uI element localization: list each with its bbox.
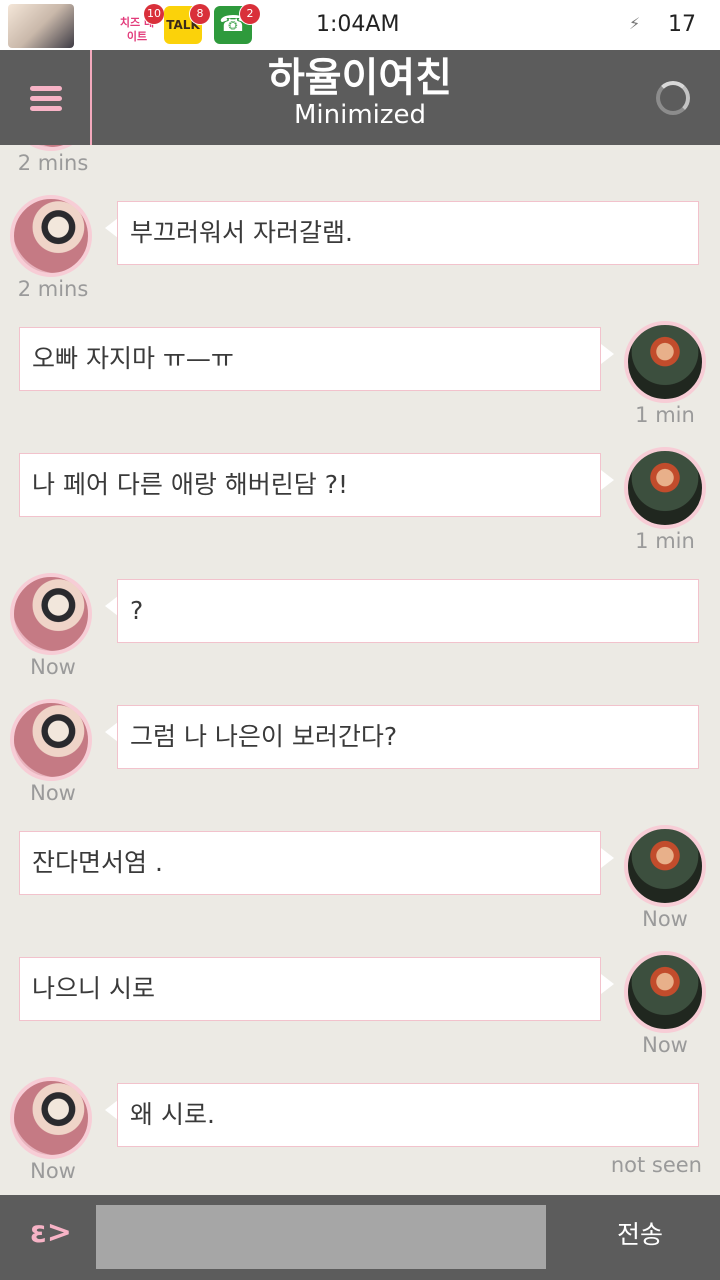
message-row: 나으니 시로 Now — [0, 901, 720, 1057]
message-input[interactable] — [96, 1205, 546, 1269]
contact-avatar[interactable] — [10, 573, 92, 655]
chat-header: 하율이여친 Minimized — [0, 50, 720, 145]
message-row: 나 페어 다른 애랑 해버린담 ?! 1 min — [0, 397, 720, 553]
message-row: ? Now — [0, 523, 720, 679]
chat-message-list[interactable]: 2 mins 부끄러워서 자러갈램. 2 mins 오빠 자지마 ㅠ—ㅠ 1 m… — [0, 145, 720, 1195]
chat-subtitle: Minimized — [293, 100, 427, 130]
status-time: 1:04AM — [316, 12, 400, 37]
contact-avatar[interactable] — [10, 195, 92, 277]
bubble-tail — [601, 848, 614, 868]
message-bubble[interactable]: 왜 시로. — [117, 1083, 699, 1147]
read-status: not seen — [610, 1153, 702, 1177]
notification-badge: 2 — [240, 4, 260, 24]
bubble-tail — [601, 974, 614, 994]
message-row: 부끄러워서 자러갈램. 2 mins — [0, 145, 720, 301]
charging-icon: ⚡ — [629, 14, 641, 33]
notification-avatar-icon — [8, 4, 74, 48]
send-button[interactable]: 전송 — [590, 1215, 690, 1255]
message-bubble[interactable]: 나 페어 다른 애랑 해버린담 ?! — [19, 453, 601, 517]
message-bubble[interactable]: 나으니 시로 — [19, 957, 601, 1021]
contact-avatar[interactable] — [10, 699, 92, 781]
header-divider — [90, 50, 92, 145]
menu-button[interactable] — [0, 50, 90, 145]
chat-title: 하율이여친 — [268, 55, 452, 101]
status-bar: 치즈 데이트 10 TALK 8 ☎ 2 1:04AM ⚡ 17 — [0, 0, 720, 50]
my-avatar[interactable] — [624, 321, 706, 403]
my-avatar[interactable] — [624, 825, 706, 907]
message-row: 잔다면서염 . Now — [0, 775, 720, 931]
battery-level: 17 — [668, 12, 696, 37]
message-row: 그럼 나 나은이 보러간다? Now — [0, 649, 720, 805]
message-bubble[interactable]: 오빠 자지마 ㅠ—ㅠ — [19, 327, 601, 391]
contact-avatar[interactable] — [10, 1077, 92, 1159]
kakaotalk-icon: TALK 8 — [164, 4, 210, 44]
hamburger-icon — [30, 86, 62, 116]
my-avatar[interactable] — [624, 447, 706, 529]
notification-badge: 10 — [144, 4, 164, 24]
bubble-tail — [601, 344, 614, 364]
message-bubble[interactable]: 잔다면서염 . — [19, 831, 601, 895]
message-row: 왜 시로. Now not seen — [0, 1027, 720, 1183]
notification-badge: 8 — [190, 4, 210, 24]
emoticon-button[interactable]: ε> — [30, 1215, 72, 1250]
loading-spinner-icon — [656, 81, 690, 115]
message-bubble[interactable]: ? — [117, 579, 699, 643]
message-bubble[interactable]: 부끄러워서 자러갈램. — [117, 201, 699, 265]
bubble-tail — [601, 470, 614, 490]
my-avatar[interactable] — [624, 951, 706, 1033]
calendar-app-icon: 치즈 데이트 10 — [118, 4, 164, 44]
message-bubble[interactable]: 그럼 나 나은이 보러간다? — [117, 705, 699, 769]
message-row: 오빠 자지마 ㅠ—ㅠ 1 min — [0, 271, 720, 427]
message-time: Now — [30, 1159, 76, 1183]
message-input-bar: ε> 전송 — [0, 1195, 720, 1280]
phone-icon: ☎ 2 — [214, 4, 260, 44]
